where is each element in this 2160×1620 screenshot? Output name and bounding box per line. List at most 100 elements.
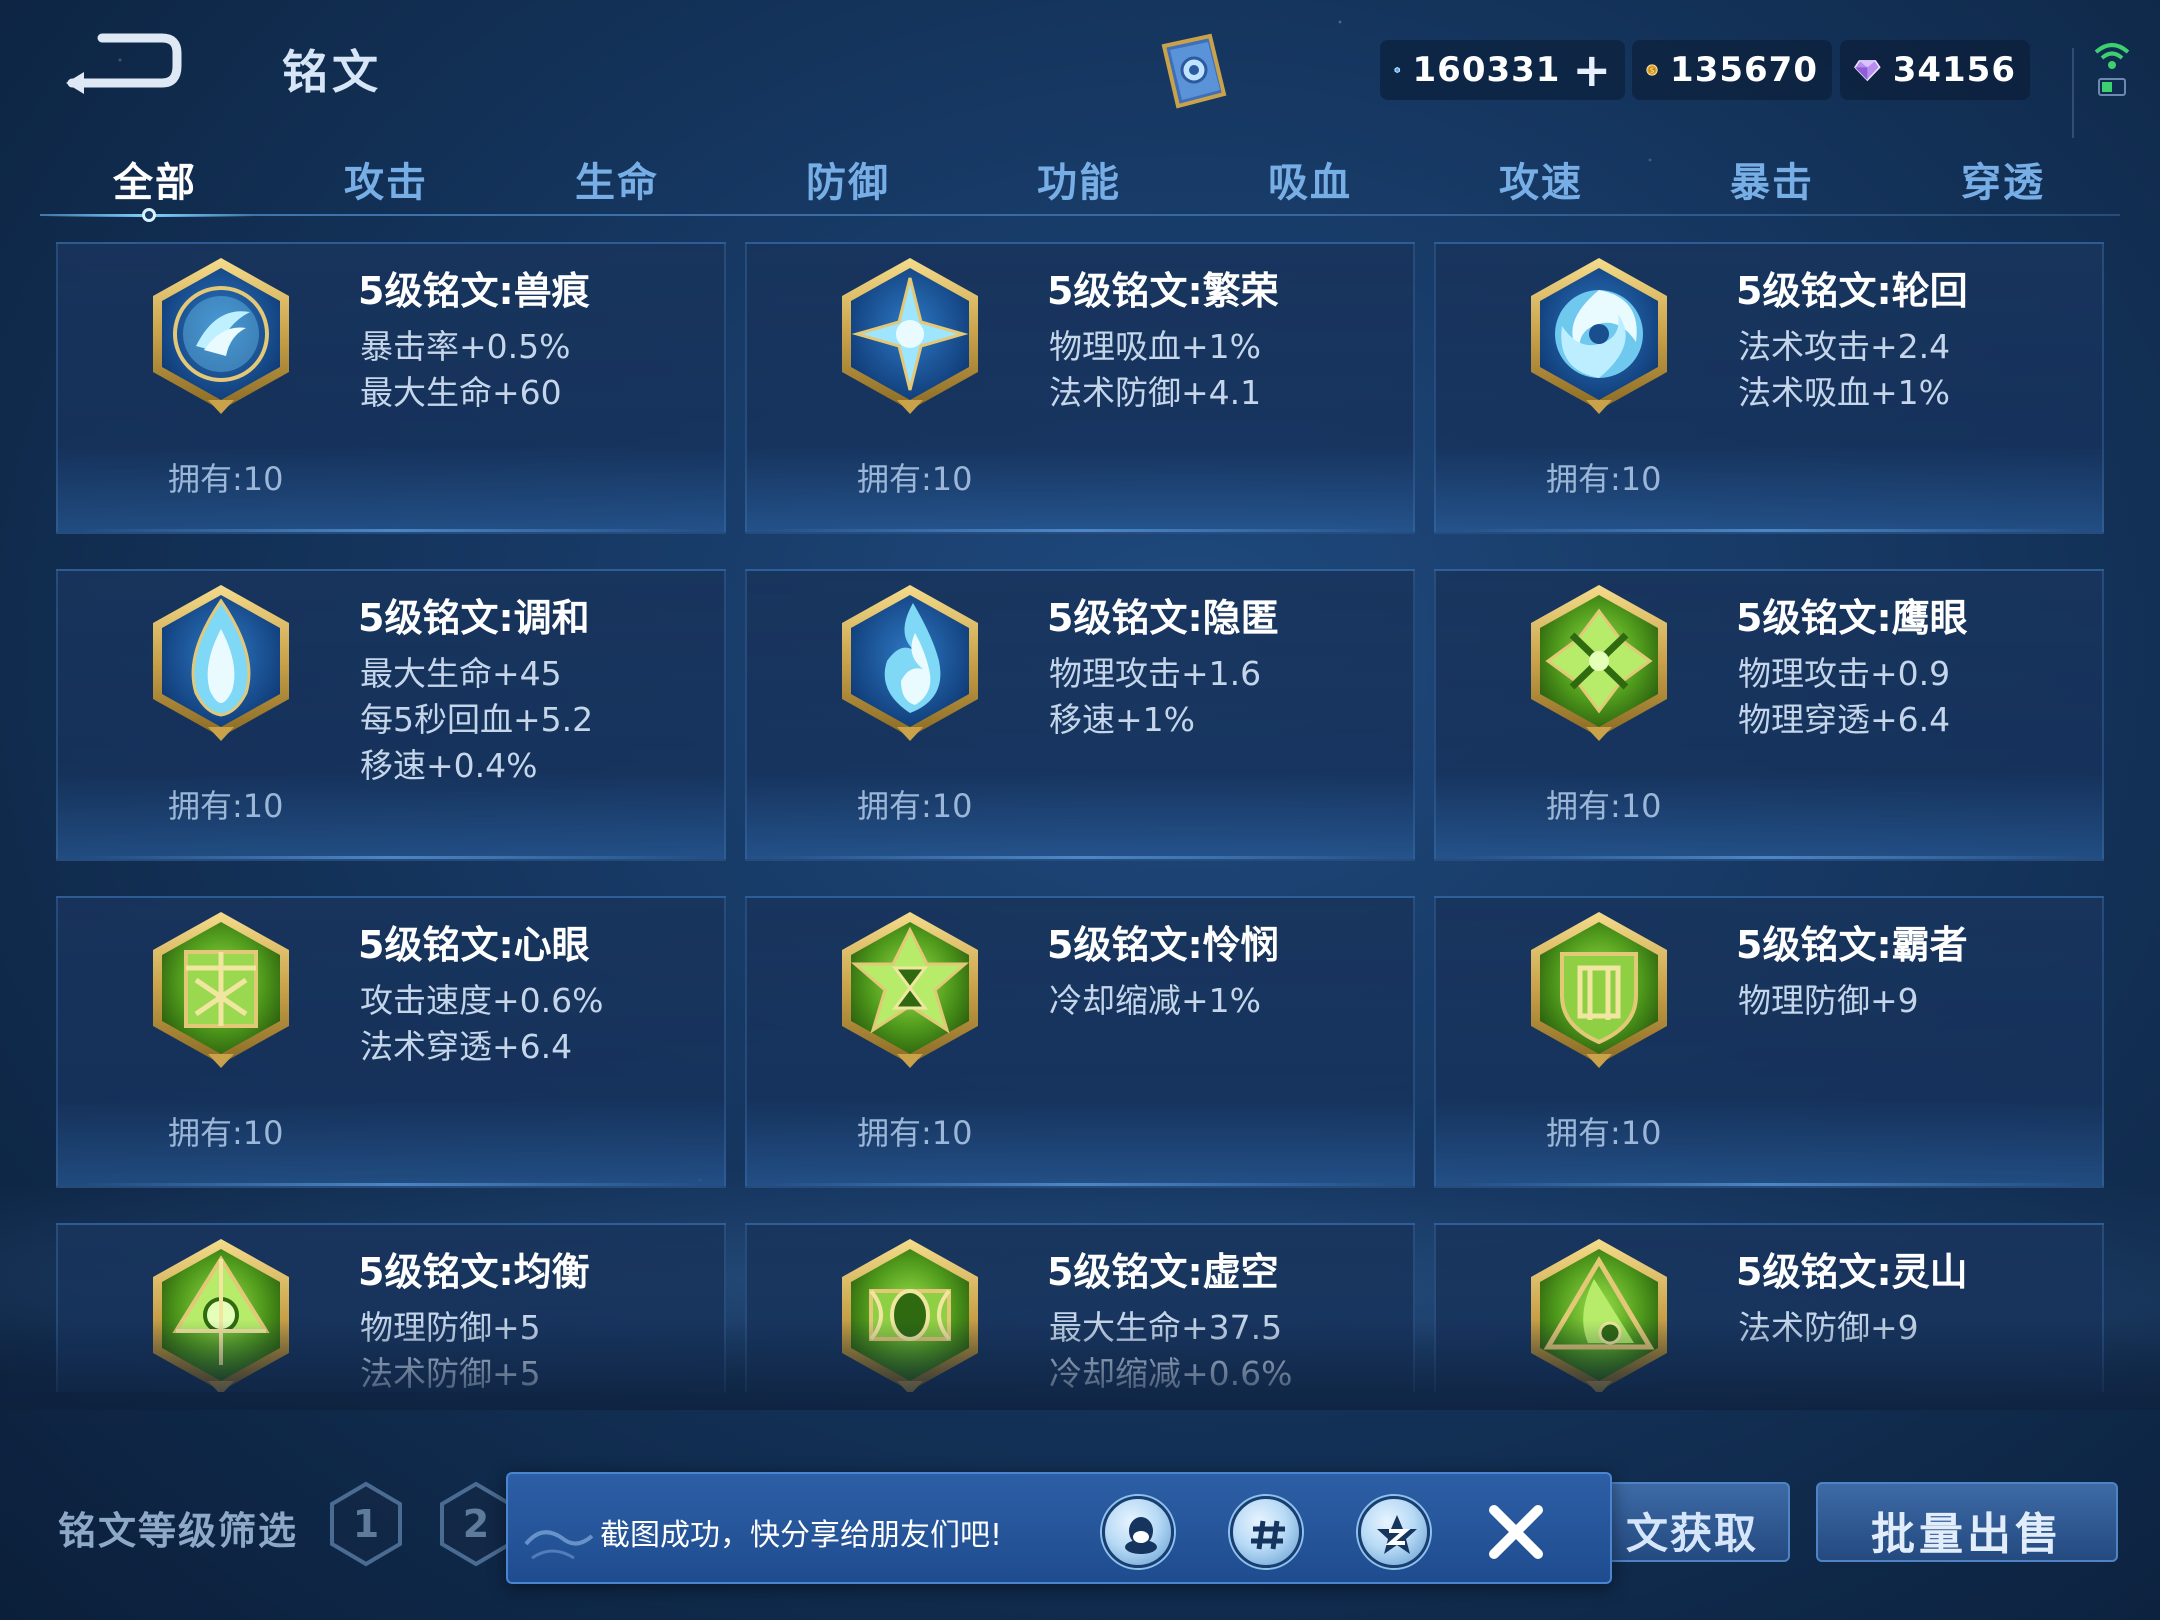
inscription-name: 5级铭文:轮回	[1736, 269, 1968, 313]
batch-sell-label: 批量出售	[1871, 1509, 2063, 1560]
coupon-crystal-icon	[1394, 66, 1401, 74]
inscription-stat: 冷却缩减+1%	[1049, 981, 1262, 1020]
shield-emblem-icon	[1531, 912, 1667, 1068]
tab-lifesteal[interactable]: 吸血	[1195, 150, 1425, 208]
inscription-stat: 每5秒回血+5.2	[360, 700, 594, 739]
back-button[interactable]	[62, 28, 182, 98]
level-number: 1	[352, 1502, 380, 1546]
share-wechat-button[interactable]	[1230, 1496, 1302, 1568]
recharge-plus-button[interactable]: +	[1572, 47, 1611, 93]
inscription-card-fanrong[interactable]: 5级铭文:繁荣 物理吸血+1% 法术防御+4.1 拥有:10	[745, 242, 1415, 534]
tab-attack[interactable]: 攻击	[271, 150, 501, 208]
owned-count: 拥有:10	[1546, 787, 1662, 825]
category-tabs: 全部 攻击 生命 防御 功能 吸血 攻速 暴击 穿透	[40, 140, 2120, 222]
inscription-name: 5级铭文:鹰眼	[1736, 596, 1968, 640]
share-qzone-button[interactable]	[1358, 1496, 1430, 1568]
inscription-stat: 最大生命+60	[360, 373, 562, 412]
inscription-stat: 法术吸血+1%	[1738, 373, 1951, 412]
owned-count: 拥有:10	[857, 460, 973, 498]
hawk-emblem-icon	[1531, 585, 1667, 741]
gold-coin-icon	[1646, 64, 1658, 76]
inscription-card-tiaohe[interactable]: 5级铭文:调和 最大生命+45 每5秒回血+5.2 移速+0.4% 拥有:10	[56, 569, 726, 861]
hourglass-emblem-icon	[842, 912, 978, 1068]
page-title: 铭文	[282, 45, 382, 99]
mountain-emblem-icon	[1531, 1239, 1667, 1392]
flame-emblem-icon	[842, 585, 978, 741]
inscription-name: 5级铭文:心眼	[358, 923, 590, 967]
owned-count: 拥有:10	[168, 460, 284, 498]
inscription-stat: 法术防御+5	[360, 1354, 541, 1392]
inscription-stat: 法术攻击+2.4	[1738, 327, 1951, 366]
inscription-card-junheng[interactable]: 5级铭文:均衡 物理防御+5 法术防御+5	[56, 1223, 726, 1392]
header-divider	[2072, 48, 2074, 138]
inscription-name: 5级铭文:均衡	[358, 1250, 590, 1294]
inscription-card-lunhui[interactable]: 5级铭文:轮回 法术攻击+2.4 法术吸血+1% 拥有:10	[1434, 242, 2104, 534]
inscription-stat: 暴击率+0.5%	[360, 327, 571, 366]
inscription-name: 5级铭文:调和	[358, 596, 590, 640]
share-qq-button[interactable]	[1102, 1496, 1174, 1568]
inscription-grid: 5级铭文:兽痕 暴击率+0.5% 最大生命+60 拥有:10 5级铭文:繁荣 物…	[56, 242, 2106, 1392]
inscription-book-icon[interactable]	[1150, 28, 1238, 116]
inscription-card-lingshan[interactable]: 5级铭文:灵山 法术防御+9	[1434, 1223, 2104, 1392]
wifi-icon	[2092, 38, 2132, 72]
inscription-name: 5级铭文:灵山	[1736, 1250, 1968, 1294]
battery-icon	[2098, 78, 2126, 96]
toast-close-button[interactable]	[1484, 1500, 1548, 1564]
qzone-icon	[1377, 1515, 1417, 1554]
diamond-icon	[1854, 60, 1881, 82]
wechat-icon	[1251, 1520, 1285, 1550]
inscription-card-yingyan[interactable]: 5级铭文:鹰眼 物理攻击+0.9 物理穿透+6.4 拥有:10	[1434, 569, 2104, 861]
inscription-card-shouhen[interactable]: 5级铭文:兽痕 暴击率+0.5% 最大生命+60 拥有:10	[56, 242, 726, 534]
tab-all[interactable]: 全部	[40, 150, 270, 208]
inscription-stat: 最大生命+45	[360, 654, 562, 693]
level-filter-2[interactable]: 2	[438, 1480, 514, 1568]
inscription-stat: 法术防御+9	[1738, 1308, 1919, 1347]
inscription-stat: 攻击速度+0.6%	[360, 981, 604, 1020]
owned-count: 拥有:10	[857, 1114, 973, 1152]
owned-count: 拥有:10	[1546, 1114, 1662, 1152]
level-filter-1[interactable]: 1	[328, 1480, 404, 1568]
inscription-stat: 物理防御+5	[360, 1308, 541, 1347]
level-number: 2	[462, 1502, 490, 1546]
tab-attack-speed[interactable]: 攻速	[1426, 150, 1656, 208]
inscription-card-xinyan[interactable]: 5级铭文:心眼 攻击速度+0.6% 法术穿透+6.4 拥有:10	[56, 896, 726, 1188]
eye-emblem-icon	[153, 912, 289, 1068]
tab-defense[interactable]: 防御	[733, 150, 963, 208]
batch-sell-button[interactable]: 批量出售	[1816, 1482, 2118, 1562]
inscription-card-lianmin[interactable]: 5级铭文:怜悯 冷却缩减+1% 拥有:10	[745, 896, 1415, 1188]
inscription-card-xukong[interactable]: 5级铭文:虚空 最大生命+37.5 冷却缩减+0.6%	[745, 1223, 1415, 1392]
inscription-card-bazhe[interactable]: 5级铭文:霸者 物理防御+9 拥有:10	[1434, 896, 2104, 1188]
qq-icon	[1125, 1517, 1157, 1554]
screenshot-share-toast: 截图成功，快分享给朋友们吧!	[506, 1472, 1612, 1584]
inscription-name: 5级铭文:繁荣	[1047, 269, 1279, 313]
inscription-name: 5级铭文:霸者	[1736, 923, 1968, 967]
inscription-stat: 最大生命+37.5	[1049, 1308, 1283, 1347]
tab-health[interactable]: 生命	[502, 150, 732, 208]
obtain-button-label: 文获取	[1625, 1509, 1758, 1558]
tab-critical[interactable]: 暴击	[1657, 150, 1887, 208]
tab-penetration[interactable]: 穿透	[1888, 150, 2118, 208]
gold-balance: 135670	[1632, 40, 1832, 100]
toast-message: 截图成功，快分享给朋友们吧!	[600, 1518, 1003, 1553]
star-emblem-icon	[842, 258, 978, 414]
coupon-balance: 160331 +	[1380, 40, 1625, 100]
coupon-value: 160331	[1412, 50, 1561, 90]
owned-count: 拥有:10	[857, 787, 973, 825]
gold-value: 135670	[1670, 50, 1818, 90]
inscription-card-yinni[interactable]: 5级铭文:隐匿 物理攻击+1.6 移速+1% 拥有:10	[745, 569, 1415, 861]
inscription-stat: 移速+1%	[1049, 700, 1196, 739]
owned-count: 拥有:10	[1546, 460, 1662, 498]
tab-utility[interactable]: 功能	[964, 150, 1194, 208]
inscription-stat: 移速+0.4%	[360, 746, 538, 785]
inscription-name: 5级铭文:虚空	[1047, 1250, 1279, 1294]
level-filter-label: 铭文等级筛选	[58, 1509, 299, 1553]
owned-count: 拥有:10	[168, 1114, 284, 1152]
inscription-stat: 法术穿透+6.4	[360, 1027, 573, 1066]
claw-emblem-icon	[153, 258, 289, 414]
balance-emblem-icon	[153, 1239, 289, 1392]
inscription-stat: 物理攻击+0.9	[1738, 654, 1951, 693]
diamond-balance: 34156	[1840, 40, 2030, 100]
inscription-name: 5级铭文:怜悯	[1047, 923, 1279, 967]
back-arrow-icon	[66, 33, 182, 94]
inscription-stat: 物理攻击+1.6	[1049, 654, 1262, 693]
